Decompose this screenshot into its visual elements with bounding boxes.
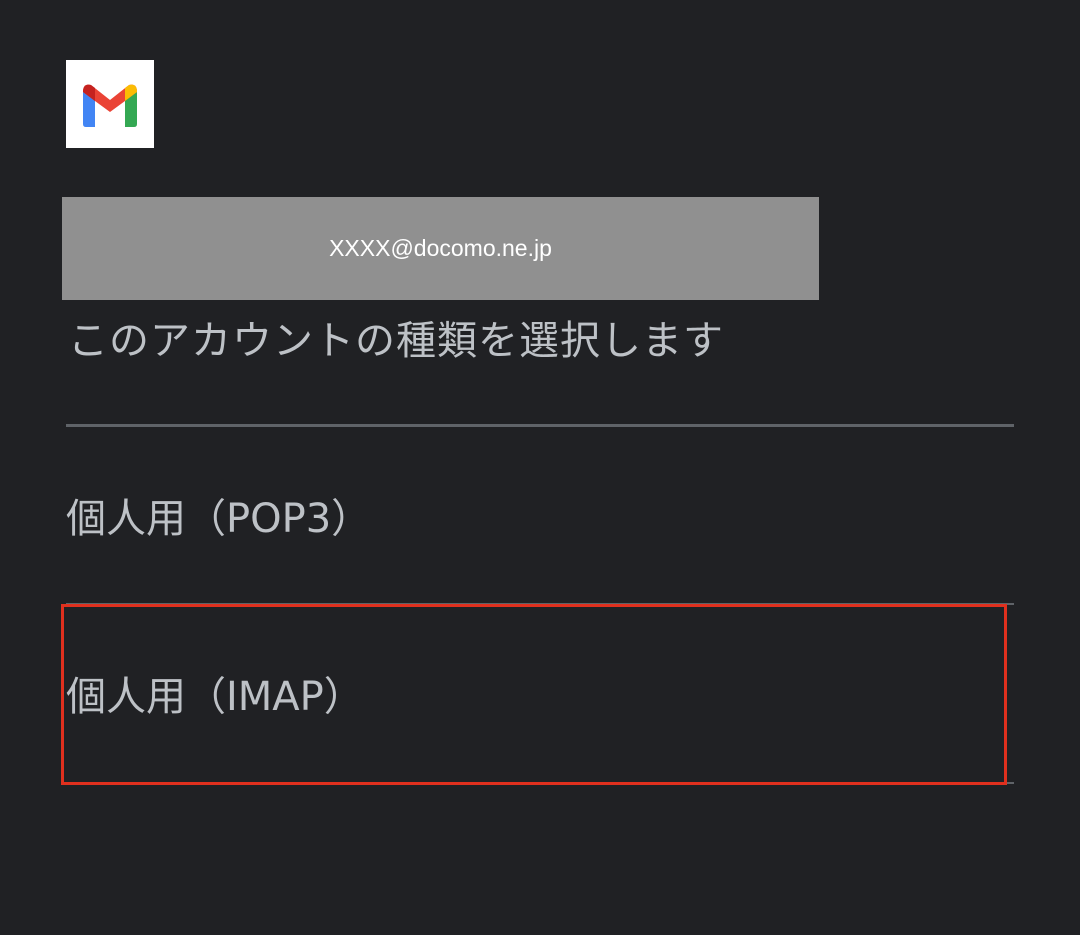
account-type-prompt: このアカウントの種類を選択します [68,318,724,364]
option-label: 個人用（POP3） [66,496,372,542]
gmail-logo-icon [66,60,154,148]
option-personal-imap[interactable]: 個人用（IMAP） [66,605,1014,781]
account-email: XXXX@docomo.ne.jp [329,235,552,261]
option-label: 個人用（IMAP） [66,674,364,720]
option-personal-pop3[interactable]: 個人用（POP3） [66,427,1014,603]
gmail-m-icon [83,84,137,127]
account-email-banner: XXXX@docomo.ne.jp [62,197,819,300]
divider [66,782,1014,784]
